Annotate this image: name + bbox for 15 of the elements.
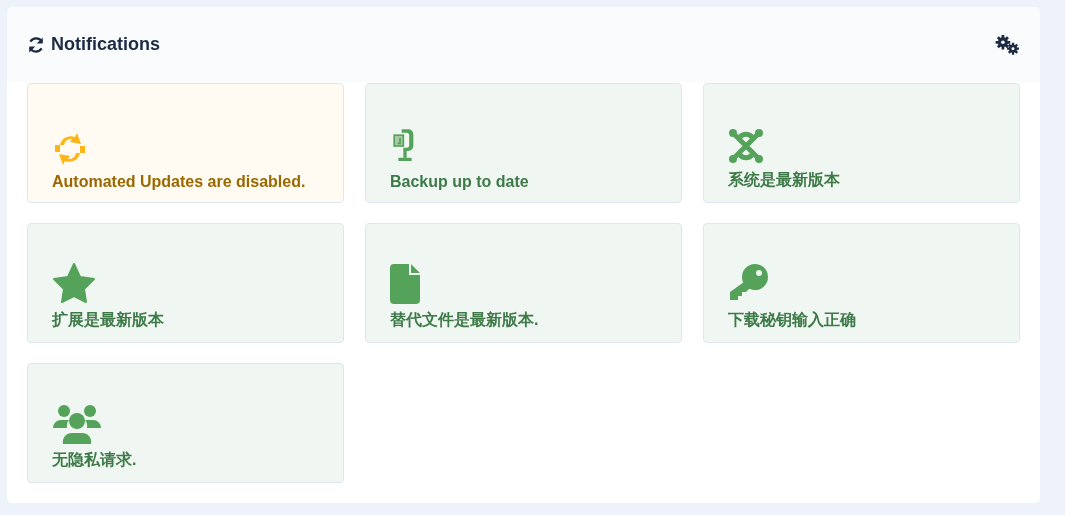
star-icon bbox=[52, 262, 96, 304]
arrows-icon bbox=[52, 131, 88, 167]
crossed-links-icon bbox=[728, 128, 764, 164]
notification-tile[interactable]: 替代文件是最新版本. bbox=[365, 223, 682, 343]
notification-tile[interactable]: 系统是最新版本 bbox=[703, 83, 1020, 203]
users-icon bbox=[52, 404, 102, 444]
notification-tile[interactable]: Automated Updates are disabled. bbox=[27, 83, 344, 203]
refresh-icon bbox=[27, 35, 45, 54]
notification-tile[interactable]: Backup up to date bbox=[365, 83, 682, 203]
settings-button[interactable] bbox=[994, 33, 1021, 56]
notification-tile[interactable]: 下载秘钥输入正确 bbox=[703, 223, 1020, 343]
panel-title: Notifications bbox=[51, 34, 160, 55]
file-icon bbox=[390, 264, 420, 304]
notification-tile[interactable]: 无隐私请求. bbox=[27, 363, 344, 483]
notification-tile[interactable]: 扩展是最新版本 bbox=[27, 223, 344, 343]
